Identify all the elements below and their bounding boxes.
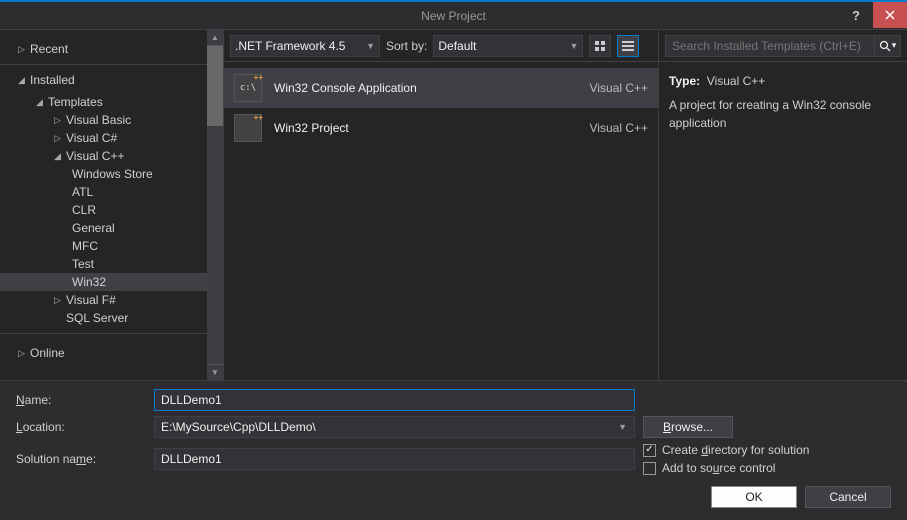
chevron-down-icon: ◢ bbox=[36, 97, 46, 108]
sidebar-scrollbar[interactable]: ▲ ▼ bbox=[207, 30, 223, 380]
console-app-icon: c:\ bbox=[234, 74, 262, 102]
template-lang: Visual C++ bbox=[590, 81, 648, 95]
scroll-down-icon[interactable]: ▼ bbox=[207, 364, 223, 380]
template-lang: Visual C++ bbox=[590, 121, 648, 135]
tree-installed[interactable]: ◢Installed bbox=[0, 67, 207, 93]
type-value: Visual C++ bbox=[707, 74, 765, 88]
search-button[interactable]: ▾ bbox=[875, 35, 901, 57]
chevron-right-icon: ▷ bbox=[18, 44, 28, 55]
sort-label: Sort by: bbox=[386, 39, 427, 53]
search-icon bbox=[879, 40, 891, 52]
tree-lang-cs[interactable]: ▷Visual C# bbox=[0, 129, 207, 147]
view-grid-button[interactable] bbox=[589, 35, 611, 57]
template-description: A project for creating a Win32 console a… bbox=[669, 96, 897, 132]
name-label: Name: bbox=[16, 393, 146, 407]
template-row[interactable]: c:\ Win32 Console Application Visual C++ bbox=[224, 68, 658, 108]
template-row[interactable]: Win32 Project Visual C++ bbox=[224, 108, 658, 148]
solution-name-label: Solution name: bbox=[16, 452, 146, 466]
location-label: Location: bbox=[16, 420, 146, 434]
form: Name: Location: ▼ Browse... Solution nam… bbox=[0, 380, 907, 516]
close-icon bbox=[885, 10, 895, 20]
chevron-down-icon[interactable]: ▼ bbox=[618, 422, 627, 432]
chevron-down-icon: ◢ bbox=[18, 75, 28, 86]
grid-icon bbox=[595, 41, 605, 51]
help-button[interactable]: ? bbox=[839, 2, 873, 28]
sort-combo[interactable]: Default ▼ bbox=[433, 35, 583, 57]
chevron-down-icon: ▼ bbox=[366, 41, 375, 51]
tree-cpp-test[interactable]: Test bbox=[0, 255, 207, 273]
browse-button[interactable]: Browse... bbox=[643, 416, 733, 438]
tree-cpp-winstore[interactable]: Windows Store bbox=[0, 165, 207, 183]
type-label: Type: bbox=[669, 74, 700, 88]
sidebar: ▷Recent ◢Installed ◢Templates ▷Visual Ba… bbox=[0, 30, 224, 380]
solution-name-input[interactable] bbox=[154, 448, 635, 470]
cancel-button[interactable]: Cancel bbox=[805, 486, 891, 508]
tree-lang-fs[interactable]: ▷Visual F# bbox=[0, 291, 207, 309]
checkbox-icon bbox=[643, 444, 656, 457]
titlebar: New Project ? bbox=[0, 0, 907, 30]
dialog-title: New Project bbox=[421, 9, 486, 23]
chevron-down-icon: ▼ bbox=[569, 41, 578, 51]
list-icon bbox=[622, 41, 634, 51]
name-input[interactable] bbox=[154, 389, 635, 411]
search-input[interactable] bbox=[665, 35, 875, 57]
close-button[interactable] bbox=[873, 2, 907, 28]
template-list: c:\ Win32 Console Application Visual C++… bbox=[224, 62, 658, 380]
ok-button[interactable]: OK bbox=[711, 486, 797, 508]
tree-online[interactable]: ▷Online bbox=[0, 340, 207, 366]
tree-lang-cpp[interactable]: ◢Visual C++ bbox=[0, 147, 207, 165]
view-list-button[interactable] bbox=[617, 35, 639, 57]
chevron-down-icon: ▾ bbox=[892, 40, 897, 51]
win32-project-icon bbox=[234, 114, 262, 142]
framework-combo[interactable]: .NET Framework 4.5 ▼ bbox=[230, 35, 380, 57]
tree-cpp-mfc[interactable]: MFC bbox=[0, 237, 207, 255]
tree-lang-vb[interactable]: ▷Visual Basic bbox=[0, 111, 207, 129]
tree-lang-sql[interactable]: SQL Server bbox=[0, 309, 207, 327]
location-input[interactable] bbox=[154, 416, 635, 438]
chevron-right-icon: ▷ bbox=[54, 295, 64, 306]
tree-recent[interactable]: ▷Recent bbox=[0, 36, 207, 62]
tree-cpp-win32[interactable]: Win32 bbox=[0, 273, 207, 291]
scrollbar-thumb[interactable] bbox=[207, 46, 223, 126]
tree-cpp-general[interactable]: General bbox=[0, 219, 207, 237]
chevron-right-icon: ▷ bbox=[54, 133, 64, 144]
tree-cpp-clr[interactable]: CLR bbox=[0, 201, 207, 219]
template-name: Win32 Console Application bbox=[274, 81, 578, 95]
checkbox-icon bbox=[643, 462, 656, 475]
chevron-down-icon: ◢ bbox=[54, 151, 64, 162]
create-directory-checkbox[interactable]: Create directory for solution bbox=[643, 443, 853, 457]
details-panel: ▾ Type: Visual C++ A project for creatin… bbox=[659, 30, 907, 380]
scroll-up-icon[interactable]: ▲ bbox=[207, 30, 223, 46]
tree-templates[interactable]: ◢Templates bbox=[0, 93, 207, 111]
template-name: Win32 Project bbox=[274, 121, 578, 135]
chevron-right-icon: ▷ bbox=[54, 115, 64, 126]
toolbar: .NET Framework 4.5 ▼ Sort by: Default ▼ bbox=[224, 30, 658, 62]
add-source-control-checkbox[interactable]: Add to source control bbox=[643, 461, 853, 475]
chevron-right-icon: ▷ bbox=[18, 348, 28, 359]
tree-cpp-atl[interactable]: ATL bbox=[0, 183, 207, 201]
